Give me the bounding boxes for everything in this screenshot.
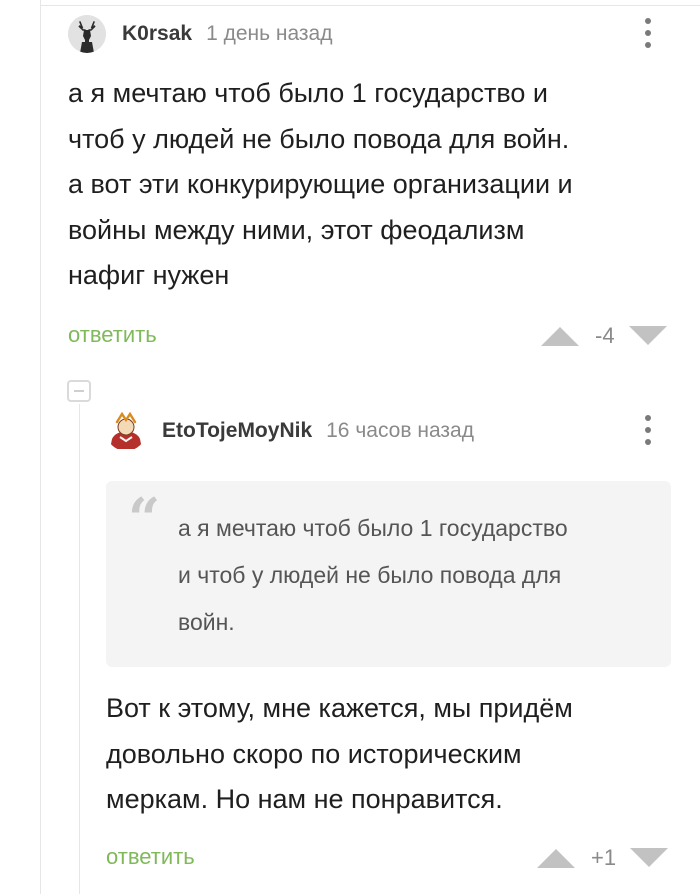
comment-text: а я мечтаю чтоб было 1 государство и что… (68, 71, 688, 299)
thread-line (79, 404, 80, 894)
reply-link[interactable]: ответить (106, 844, 195, 870)
rating-value: +1 (591, 845, 617, 870)
deer-avatar-icon (68, 15, 106, 53)
dot-icon (645, 415, 651, 421)
text-line: чтоб у людей не было повода для войн. (68, 123, 570, 154)
text-line: а вот эти конкурирующие организации и (68, 169, 573, 199)
text-line: меркам. Но нам не понравится. (106, 784, 503, 814)
quote-line: и чтоб у людей не было повода для (178, 562, 562, 588)
timestamp[interactable]: 16 часов назад (326, 419, 474, 443)
character-avatar-icon (110, 411, 142, 449)
page-left-border (40, 0, 41, 894)
dot-icon (645, 30, 651, 36)
triangle-up-icon[interactable] (541, 326, 579, 346)
collapse-thread-button[interactable] (67, 380, 91, 402)
comment-text: Вот к этому, мне кажется, мы придём дово… (106, 686, 686, 823)
vote-controls: +1 (537, 842, 669, 874)
dot-icon (645, 439, 651, 445)
avatar[interactable] (106, 411, 146, 451)
username[interactable]: EtoTojeMoyNik (162, 419, 312, 443)
text-line: Вот к этому, мне кажется, мы придём (106, 693, 573, 723)
avatar[interactable] (68, 15, 106, 53)
text-line: нафиг нужен (68, 260, 230, 290)
reply-link[interactable]: ответить (68, 322, 157, 348)
text-line: войны между ними, этот феодализм (68, 214, 525, 245)
rating-value: -4 (595, 323, 615, 348)
dot-icon (645, 42, 651, 48)
triangle-down-icon[interactable] (630, 848, 669, 868)
quote-text: а я мечтаю чтоб было 1 государство и что… (178, 505, 658, 646)
more-options-button[interactable] (641, 415, 655, 445)
text-line: а я мечтаю чтоб было 1 государство и (68, 78, 548, 108)
quote-line: а я мечтаю чтоб было 1 государство (178, 515, 568, 541)
text-line: довольно скоро по историческим (106, 738, 522, 769)
dot-icon (645, 18, 651, 24)
timestamp[interactable]: 1 день назад (206, 22, 332, 46)
triangle-up-icon[interactable] (537, 848, 575, 868)
quote-line: войн. (178, 609, 235, 635)
quote-icon: “ (128, 486, 161, 552)
more-options-button[interactable] (641, 18, 655, 48)
quote-block: “ а я мечтаю чтоб было 1 государство и ч… (106, 481, 671, 667)
dot-icon (645, 427, 651, 433)
comment-header: EtoTojeMoyNik 16 часов назад (106, 411, 474, 451)
triangle-down-icon[interactable] (628, 326, 667, 346)
comment-header: K0rsak 1 день назад (68, 15, 332, 53)
page-top-border (40, 5, 700, 6)
username[interactable]: K0rsak (122, 22, 192, 46)
vote-controls: -4 (541, 320, 667, 352)
